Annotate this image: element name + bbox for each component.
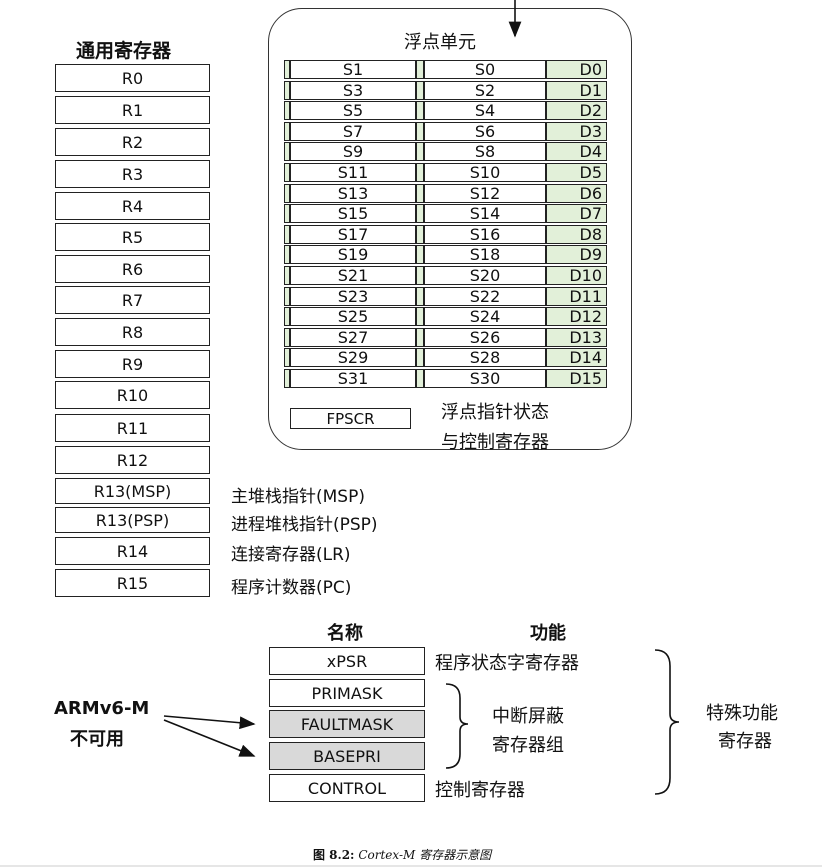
figure-caption-text: Cortex-M 寄存器示意图 (358, 848, 492, 862)
special-function-brace (654, 649, 680, 795)
armv6m-arrow-basepri-icon (163, 719, 256, 757)
figure-caption-prefix: 图 8.2: (313, 848, 355, 862)
interrupt-mask-brace (445, 683, 469, 769)
diagram-connectors (163, 0, 680, 795)
armv6m-arrow-faultmask-icon (163, 715, 256, 730)
figure-caption: 图 8.2: Cortex-M 寄存器示意图 (313, 846, 491, 863)
